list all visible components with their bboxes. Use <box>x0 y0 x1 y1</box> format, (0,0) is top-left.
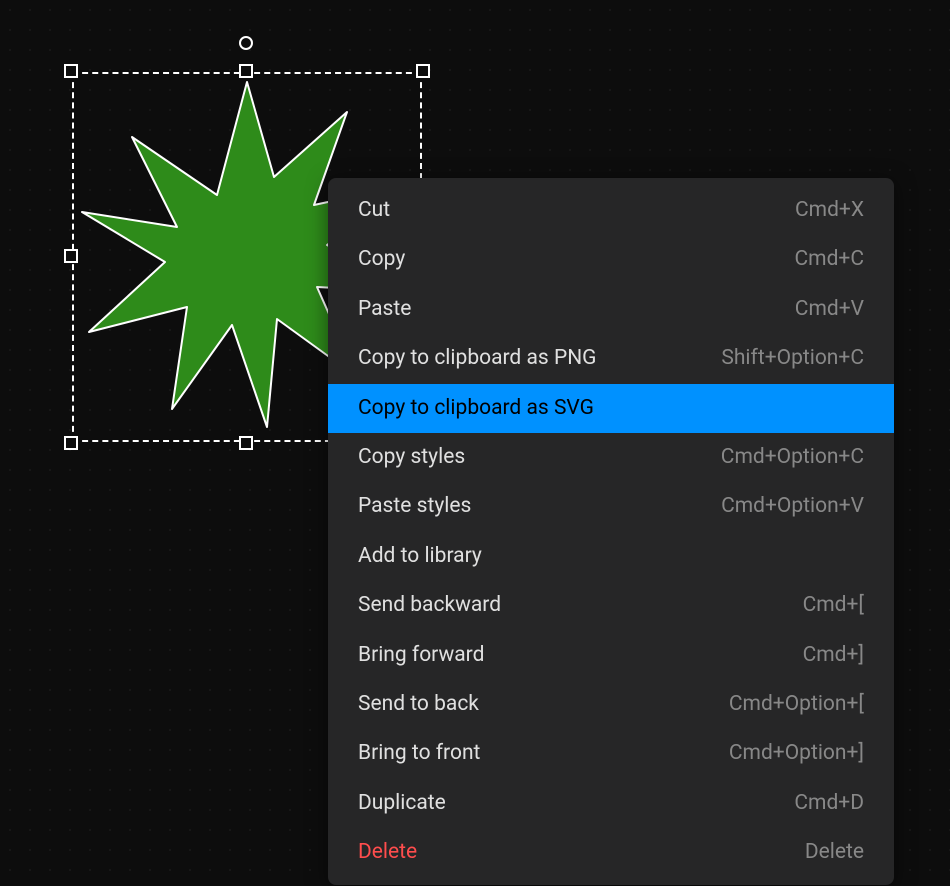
menu-item-label: Bring forward <box>358 641 484 670</box>
menu-item-bring-forward[interactable]: Bring forward Cmd+] <box>328 631 894 680</box>
resize-handle-middle-left[interactable] <box>64 249 78 263</box>
menu-item-copy[interactable]: Copy Cmd+C <box>328 235 894 284</box>
menu-item-delete[interactable]: Delete Delete <box>328 828 894 877</box>
menu-item-shortcut: Cmd+D <box>794 789 864 818</box>
menu-item-add-to-library[interactable]: Add to library <box>328 532 894 581</box>
menu-item-paste[interactable]: Paste Cmd+V <box>328 285 894 334</box>
menu-item-label: Copy to clipboard as PNG <box>358 344 597 373</box>
menu-item-shortcut: Cmd+V <box>795 295 864 324</box>
menu-item-shortcut: Cmd+X <box>795 196 864 225</box>
resize-handle-bottom-middle[interactable] <box>239 436 253 450</box>
menu-item-shortcut: Cmd+[ <box>803 591 864 620</box>
menu-item-label: Copy to clipboard as SVG <box>358 394 594 423</box>
resize-handle-top-right[interactable] <box>416 64 430 78</box>
menu-item-label: Cut <box>358 196 390 225</box>
resize-handle-top-middle[interactable] <box>239 64 253 78</box>
menu-item-label: Paste <box>358 295 411 324</box>
menu-item-shortcut: Cmd+C <box>794 245 864 274</box>
menu-item-duplicate[interactable]: Duplicate Cmd+D <box>328 779 894 828</box>
menu-item-shortcut: Cmd+Option+C <box>721 443 864 472</box>
menu-item-label: Delete <box>358 838 417 867</box>
menu-item-copy-styles[interactable]: Copy styles Cmd+Option+C <box>328 433 894 482</box>
menu-item-label: Duplicate <box>358 789 446 818</box>
menu-item-shortcut: Delete <box>805 838 864 867</box>
menu-item-send-backward[interactable]: Send backward Cmd+[ <box>328 581 894 630</box>
menu-item-shortcut: Cmd+Option+[ <box>729 690 864 719</box>
menu-item-label: Copy <box>358 245 405 274</box>
menu-item-label: Copy styles <box>358 443 465 472</box>
context-menu: Cut Cmd+X Copy Cmd+C Paste Cmd+V Copy to clipb… <box>328 178 894 885</box>
menu-item-bring-to-front[interactable]: Bring to front Cmd+Option+] <box>328 729 894 778</box>
menu-item-label: Add to library <box>358 542 482 571</box>
menu-item-label: Send to back <box>358 690 479 719</box>
menu-item-shortcut: Cmd+Option+V <box>721 492 864 521</box>
rotation-handle[interactable] <box>239 36 253 50</box>
resize-handle-bottom-left[interactable] <box>64 436 78 450</box>
menu-item-send-to-back[interactable]: Send to back Cmd+Option+[ <box>328 680 894 729</box>
menu-item-label: Send backward <box>358 591 501 620</box>
resize-handle-top-left[interactable] <box>64 64 78 78</box>
menu-item-shortcut: Shift+Option+C <box>721 344 864 373</box>
menu-item-shortcut: Cmd+Option+] <box>729 739 864 768</box>
menu-item-cut[interactable]: Cut Cmd+X <box>328 186 894 235</box>
menu-item-copy-to-clipboard-as-svg[interactable]: Copy to clipboard as SVG <box>328 384 894 433</box>
menu-item-label: Paste styles <box>358 492 471 521</box>
menu-item-copy-to-clipboard-as-png[interactable]: Copy to clipboard as PNG Shift+Option+C <box>328 334 894 383</box>
menu-item-shortcut: Cmd+] <box>803 641 864 670</box>
menu-item-paste-styles[interactable]: Paste styles Cmd+Option+V <box>328 482 894 531</box>
menu-item-label: Bring to front <box>358 739 480 768</box>
